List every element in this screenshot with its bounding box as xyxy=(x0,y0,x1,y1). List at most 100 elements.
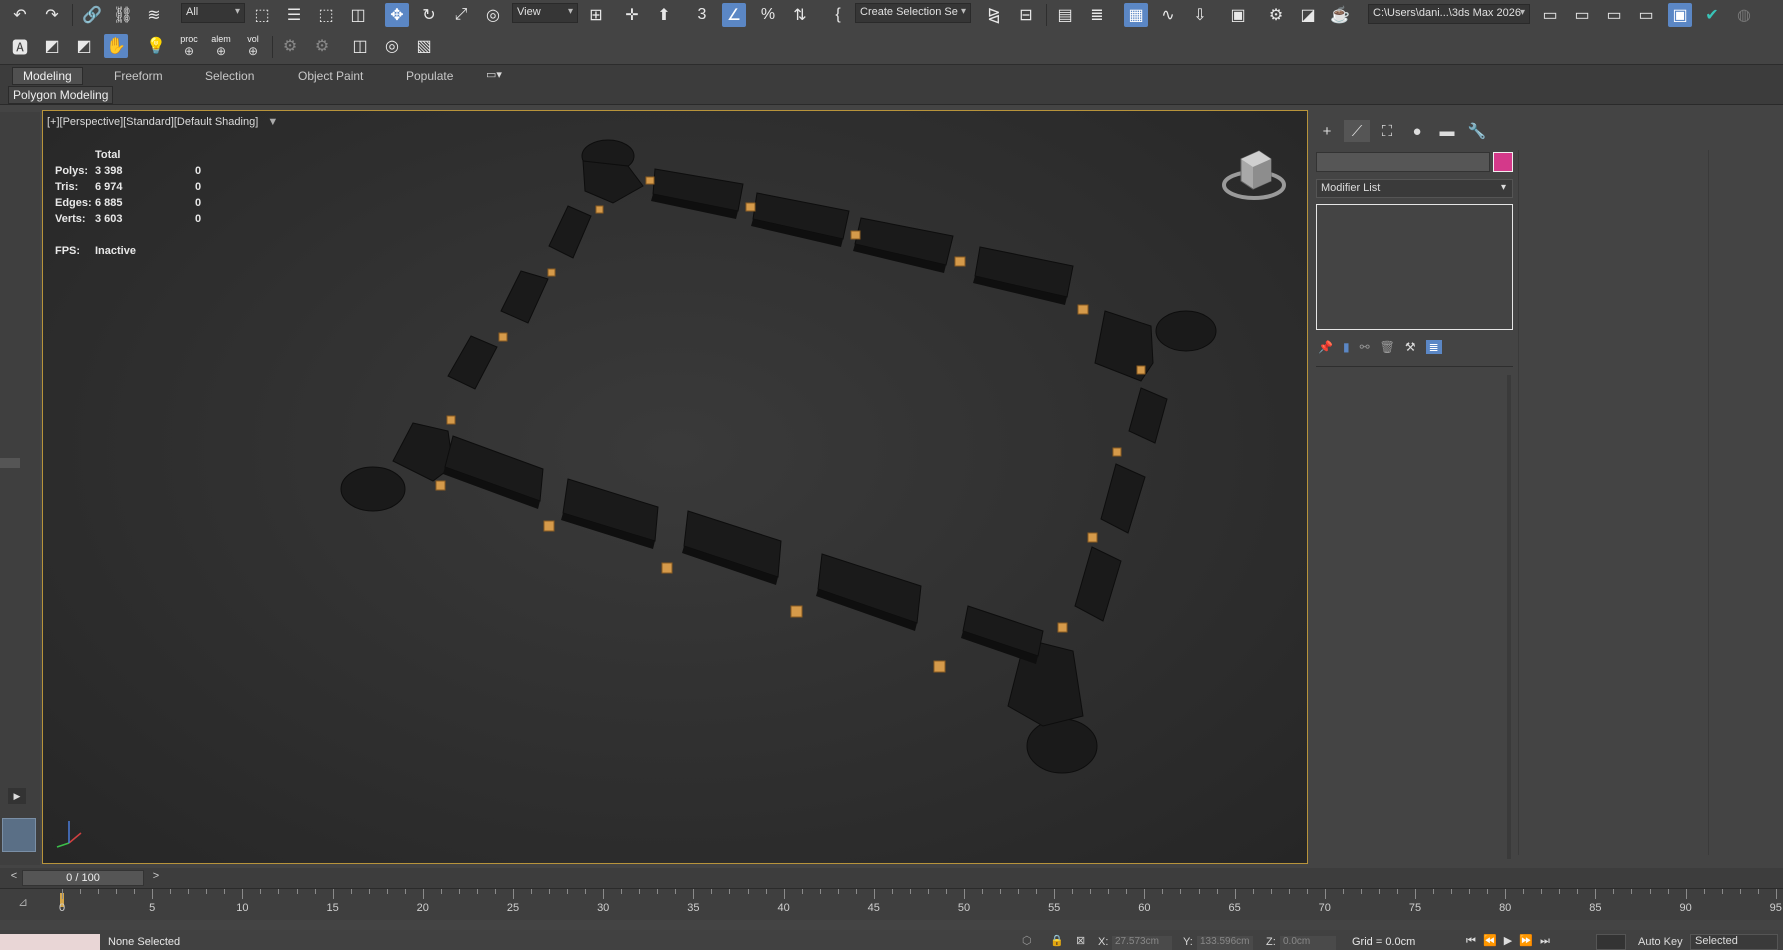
modifier-stack[interactable] xyxy=(1316,204,1513,330)
light-bulb-icon[interactable]: 💡 xyxy=(144,34,168,58)
scene-geometry[interactable] xyxy=(43,111,1308,864)
text-tool-icon-a[interactable]: 🅰 xyxy=(8,34,32,58)
layer-tool-icon-2[interactable]: ◎ xyxy=(380,34,404,58)
auto-key-button[interactable]: Auto Key xyxy=(1638,936,1683,948)
modify-tab-icon[interactable]: ⟋ xyxy=(1344,120,1370,142)
snaps-toggle-icon[interactable]: 3 xyxy=(690,3,714,27)
viewcube[interactable] xyxy=(1219,141,1289,211)
configure-modifier-sets-icon[interactable]: ⚒ xyxy=(1405,340,1416,354)
perspective-viewport[interactable]: [+][Perspective][Standard][Default Shadi… xyxy=(42,110,1308,864)
utilities-tab-icon[interactable]: 🔧 xyxy=(1464,120,1490,142)
prev-frame-icon[interactable]: < xyxy=(6,870,22,886)
tab-populate[interactable]: Populate xyxy=(396,68,463,84)
redo-icon[interactable]: ↷ xyxy=(40,3,64,27)
current-frame-field[interactable] xyxy=(1596,934,1626,950)
object-name-field[interactable] xyxy=(1316,152,1490,172)
hierarchy-tab-icon[interactable]: ⛶ xyxy=(1374,120,1400,142)
ribbon-options-icon[interactable]: ▭▾ xyxy=(486,68,502,81)
key-filter-dropdown[interactable]: Selected xyxy=(1690,934,1778,950)
project-icon-1[interactable]: ▭ xyxy=(1538,3,1562,27)
window-crossing-icon[interactable]: ◫ xyxy=(346,3,370,27)
select-object-icon[interactable]: ⬚ xyxy=(250,3,274,27)
unlink-icon[interactable]: ⛓ xyxy=(111,3,135,27)
project-icon-2[interactable]: ▭ xyxy=(1570,3,1594,27)
render-production-icon[interactable]: ☕ xyxy=(1328,3,1352,27)
material-editor-icon[interactable]: ▣ xyxy=(1226,3,1250,27)
alem-button[interactable]: alem ⊕ xyxy=(208,35,234,59)
project-icon-4[interactable]: ▭ xyxy=(1634,3,1658,27)
percent-snap-icon[interactable]: % xyxy=(756,3,780,27)
save-icon[interactable]: ▣ xyxy=(1668,3,1692,27)
z-coordinate-field[interactable]: 0.0cm xyxy=(1280,936,1336,950)
text-tool-icon-c[interactable]: ◩ xyxy=(72,34,96,58)
bind-spacewarp-icon[interactable]: ≋ xyxy=(142,3,166,27)
scene-explorer-icon[interactable]: ▤ xyxy=(1053,3,1077,27)
display-tab-icon[interactable]: ▬ xyxy=(1434,120,1460,142)
layer-explorer-icon[interactable]: ≣ xyxy=(1085,3,1109,27)
project-icon-3[interactable]: ▭ xyxy=(1602,3,1626,27)
maxscript-listener[interactable] xyxy=(0,934,100,950)
x-coordinate-field[interactable]: 27.573cm xyxy=(1112,936,1172,950)
polygon-modeling-panel[interactable]: Polygon Modeling xyxy=(8,86,114,104)
layer-tool-icon-3[interactable]: ▧ xyxy=(412,34,436,58)
modifier-list-view-icon[interactable]: ≣ xyxy=(1425,340,1442,354)
expand-layout-icon[interactable]: ▶ xyxy=(8,788,26,804)
link-icon[interactable]: 🔗 xyxy=(80,3,104,27)
curve-editor-icon[interactable]: ∿ xyxy=(1156,3,1180,27)
tab-freeform[interactable]: Freeform xyxy=(104,68,173,84)
angle-snap-icon[interactable]: ∠ xyxy=(722,3,746,27)
keyboard-shortcut-override-icon[interactable]: ⬆ xyxy=(652,3,676,27)
tab-modeling[interactable]: Modeling xyxy=(12,67,83,85)
make-unique-icon[interactable]: ⚯ xyxy=(1360,340,1370,354)
place-icon[interactable]: ◎ xyxy=(481,3,505,27)
lock-selection-icon[interactable]: 🔒 xyxy=(1050,934,1064,947)
reference-coordinate-dropdown[interactable]: View xyxy=(512,3,578,23)
track-bar[interactable]: ⊿ 0 5 10 15 20 25 30 35 40 45 50 55 60 65 70 75 80 85 90 95 xyxy=(0,888,1783,920)
create-tab-icon[interactable]: + xyxy=(1314,120,1340,142)
undo-icon[interactable]: ↶ xyxy=(8,3,32,27)
remove-modifier-icon[interactable]: 🗑 xyxy=(1380,340,1395,354)
layer-tool-icon-1[interactable]: ◫ xyxy=(348,34,372,58)
select-manipulate-icon[interactable]: ✛ xyxy=(620,3,644,27)
selection-region-icon[interactable]: ⬚ xyxy=(314,3,338,27)
selection-filter-dropdown[interactable]: All xyxy=(181,3,245,23)
go-to-end-icon[interactable]: ⏭ xyxy=(1540,935,1552,947)
schematic-view-icon[interactable]: ⇩ xyxy=(1188,3,1212,27)
hand-tool-icon[interactable]: ✋ xyxy=(104,34,128,58)
next-key-icon[interactable]: ⏩ xyxy=(1519,935,1535,947)
frame-indicator[interactable]: 0 / 100 xyxy=(22,870,144,886)
viewport-layout-tab[interactable] xyxy=(0,458,20,468)
move-icon[interactable]: ✥ xyxy=(385,3,409,27)
y-coordinate-field[interactable]: 133.596cm xyxy=(1197,936,1253,950)
object-color-swatch[interactable] xyxy=(1493,152,1513,172)
text-tool-icon-b[interactable]: ◩ xyxy=(40,34,64,58)
scale-icon[interactable]: ⤢ xyxy=(449,3,473,27)
rotate-icon[interactable]: ↻ xyxy=(417,3,441,27)
named-selection-dropdown[interactable]: Create Selection Se xyxy=(855,3,971,23)
rendered-frame-window-icon[interactable]: ◪ xyxy=(1296,3,1320,27)
ribbon-toggle-icon[interactable]: ▦ xyxy=(1124,3,1148,27)
modifier-list-dropdown[interactable]: Modifier List xyxy=(1316,179,1513,198)
render-setup-icon[interactable]: ⚙ xyxy=(1264,3,1288,27)
check-icon[interactable]: ✔ xyxy=(1700,3,1724,27)
project-path-dropdown[interactable]: C:\Users\dani...\3ds Max 2026 xyxy=(1368,4,1530,24)
panel-scrollbar[interactable] xyxy=(1507,375,1511,859)
previous-key-icon[interactable]: ⏪ xyxy=(1483,935,1499,947)
mirror-icon[interactable]: ⧎ xyxy=(982,3,1006,27)
sync-icon[interactable]: ◍ xyxy=(1732,3,1756,27)
motion-tab-icon[interactable]: ● xyxy=(1404,120,1430,142)
tab-selection[interactable]: Selection xyxy=(195,68,264,84)
pin-stack-icon[interactable]: 📌 xyxy=(1318,340,1333,354)
time-slider[interactable]: < 0 / 100 > xyxy=(0,868,1783,888)
edit-named-selection-icon[interactable]: { xyxy=(826,3,850,27)
absolute-mode-icon[interactable]: ⊠ xyxy=(1076,934,1085,947)
align-icon[interactable]: ⊟ xyxy=(1014,3,1038,27)
select-by-name-icon[interactable]: ☰ xyxy=(282,3,306,27)
next-frame-icon[interactable]: > xyxy=(148,870,164,886)
pivot-center-icon[interactable]: ⊞ xyxy=(584,3,608,27)
play-icon[interactable]: ▶ xyxy=(1504,935,1514,947)
spinner-snap-icon[interactable]: ⇅ xyxy=(788,3,812,27)
viewport-layout-thumbnail[interactable] xyxy=(2,818,36,852)
vol-button[interactable]: vol ⊕ xyxy=(240,35,266,59)
show-end-result-icon[interactable]: ▮ xyxy=(1343,340,1350,354)
